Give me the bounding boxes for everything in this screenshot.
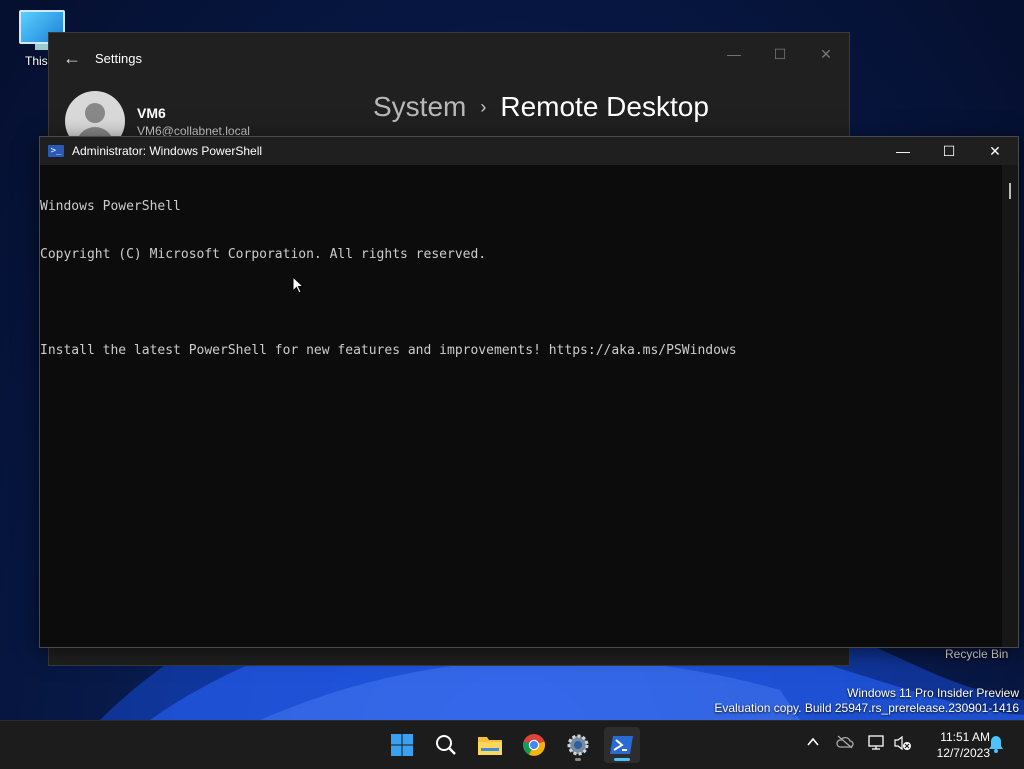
console-line: Copyright (C) Microsoft Corporation. All… (40, 247, 487, 262)
powershell-icon: >_ (48, 145, 64, 157)
system-clock[interactable]: 11:51 AM 12/7/2023 (920, 729, 990, 761)
network-icon[interactable] (868, 735, 886, 754)
user-name: VM6 (137, 105, 166, 121)
volume-muted-icon[interactable] (894, 735, 912, 754)
back-arrow-icon[interactable]: ← (49, 48, 95, 69)
mouse-cursor-icon (292, 276, 304, 294)
settings-title: Settings (95, 50, 142, 66)
onedrive-offline-icon[interactable] (836, 735, 854, 752)
settings-minimize-button[interactable]: — (711, 41, 757, 67)
settings-icon (567, 734, 589, 756)
scrollbar[interactable] (1002, 165, 1018, 647)
watermark-line-1: Windows 11 Pro Insider Preview (847, 686, 1019, 700)
settings-maximize-button[interactable]: ☐ (757, 41, 803, 67)
breadcrumb: System › Remote Desktop (373, 91, 709, 123)
start-button[interactable] (384, 727, 420, 763)
search-button[interactable] (428, 727, 464, 763)
powershell-title: Administrator: Windows PowerShell (72, 144, 263, 158)
chrome-button[interactable] (516, 727, 552, 763)
breadcrumb-system[interactable]: System (373, 91, 466, 123)
settings-taskbar-button[interactable] (560, 727, 596, 763)
powershell-titlebar[interactable]: >_ Administrator: Windows PowerShell — ☐… (40, 137, 1018, 165)
notification-bell-icon[interactable] (988, 735, 1004, 756)
breadcrumb-remote-desktop: Remote Desktop (500, 91, 709, 122)
close-button[interactable]: ✕ (972, 137, 1018, 165)
clock-time: 11:51 AM (940, 730, 990, 744)
powershell-window[interactable]: >_ Administrator: Windows PowerShell — ☐… (39, 136, 1019, 648)
chrome-icon (522, 734, 546, 756)
powershell-taskbar-button[interactable] (604, 727, 640, 763)
recycle-bin-label[interactable]: Recycle Bin (945, 647, 1008, 661)
scrollbar-thumb[interactable] (1009, 183, 1011, 199)
file-explorer-icon (478, 737, 502, 755)
search-icon (436, 735, 456, 755)
maximize-button[interactable]: ☐ (926, 137, 972, 165)
taskbar: 11:51 AM 12/7/2023 (0, 720, 1024, 769)
clock-date: 12/7/2023 (936, 746, 990, 760)
watermark-line-2: Evaluation copy. Build 25947.rs_prerelea… (714, 701, 1019, 715)
minimize-button[interactable]: — (880, 137, 926, 165)
console-output[interactable]: Windows PowerShell Copyright (C) Microso… (40, 165, 1002, 647)
start-icon (391, 734, 413, 756)
chevron-up-icon[interactable] (806, 735, 820, 752)
console-line: Windows PowerShell (40, 199, 181, 214)
settings-close-button[interactable]: ✕ (803, 41, 849, 67)
console-line: Install the latest PowerShell for new fe… (40, 343, 737, 358)
file-explorer-button[interactable] (472, 727, 508, 763)
evaluation-watermark: Windows 11 Pro Insider Preview Evaluatio… (714, 686, 1019, 716)
powershell-icon (610, 736, 633, 754)
chevron-right-icon: › (480, 96, 487, 117)
